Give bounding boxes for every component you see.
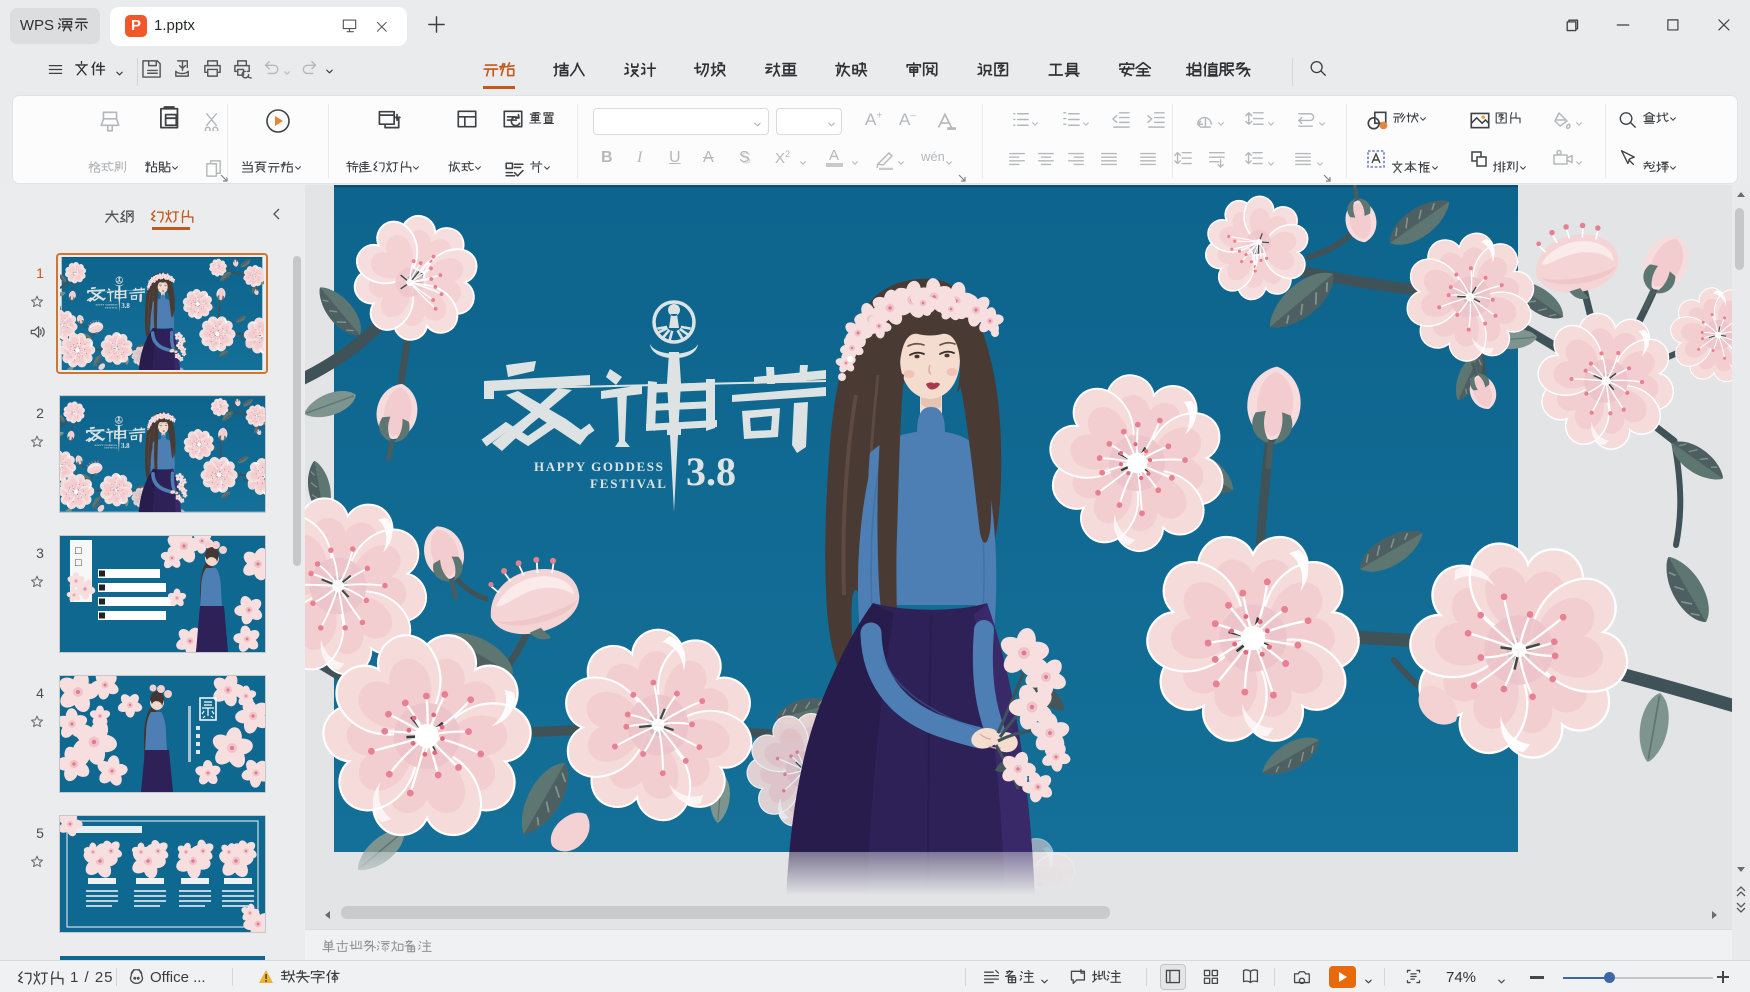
- svg-text:□: □: [75, 545, 82, 557]
- svg-text:□: □: [75, 557, 82, 569]
